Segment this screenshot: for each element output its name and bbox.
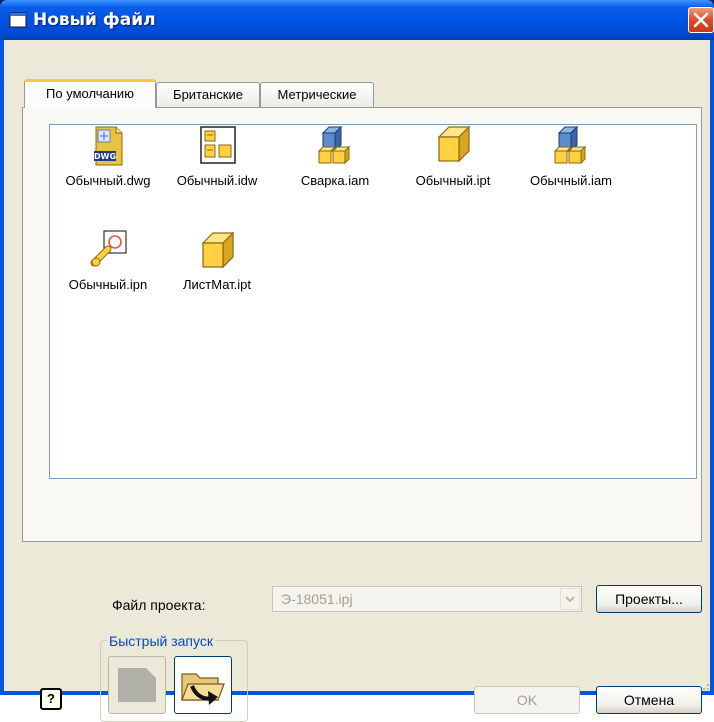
close-icon (693, 12, 709, 28)
file-name: Обычный.dwg (65, 173, 151, 188)
project-file-combo[interactable]: Э-18051.ipj (272, 586, 582, 612)
file-item-presentation[interactable]: Обычный.ipn (49, 229, 167, 319)
cancel-button-label: Отмена (623, 692, 675, 708)
file-item-assembly[interactable]: Обычный.iam (512, 125, 630, 215)
dwg-badge-text: DWG (94, 152, 116, 161)
file-name: Обычный.ipt (415, 173, 491, 188)
file-name: Обычный.ipn (68, 277, 148, 292)
resize-grip-icon[interactable] (700, 681, 710, 691)
tab-default-label: По умолчанию (46, 86, 134, 101)
file-name: Сварка.iam (300, 173, 370, 188)
ok-button-label: OK (516, 692, 538, 708)
close-button[interactable] (688, 7, 714, 33)
file-item-idw[interactable]: Обычный.idw (158, 125, 276, 215)
cancel-button[interactable]: Отмена (596, 686, 702, 714)
tab-panel: DWG Обычный.dwg Обычный.idw Сварка.iam О… (22, 107, 702, 542)
tab-imperial[interactable]: Британские (156, 82, 260, 107)
chevron-down-icon (565, 596, 575, 603)
window-icon (9, 12, 27, 28)
tab-metric[interactable]: Метрические (260, 82, 374, 107)
combo-dropdown-button[interactable] (560, 588, 580, 610)
file-name: ЛистМат.ipt (182, 277, 252, 292)
window-title: Новый файл (33, 10, 156, 30)
presentation-icon (90, 230, 127, 267)
project-file-value: Э-18051.ipj (281, 591, 353, 607)
title-bar[interactable]: Новый файл (0, 0, 714, 40)
file-item-weldment[interactable]: Сварка.iam (276, 125, 394, 215)
template-file-list[interactable]: DWG Обычный.dwg Обычный.idw Сварка.iam О… (49, 124, 697, 479)
ok-button[interactable]: OK (474, 686, 580, 714)
project-file-label: Файл проекта: (112, 597, 206, 613)
drawing-sheet-icon (200, 126, 236, 164)
projects-button[interactable]: Проекты... (596, 585, 702, 613)
help-icon: ? (47, 691, 55, 706)
file-item-dwg[interactable]: DWG Обычный.dwg (49, 125, 167, 215)
dialog-window: Новый файл По умолчанию Британские Метри… (0, 0, 714, 722)
tab-imperial-label: Британские (173, 87, 243, 102)
file-item-part[interactable]: Обычный.ipt (394, 125, 512, 215)
help-button[interactable]: ? (40, 688, 62, 710)
new-file-icon (118, 668, 156, 702)
projects-button-label: Проекты... (615, 591, 683, 607)
sheet-metal-part-icon (201, 231, 235, 269)
file-name: Обычный.iam (529, 173, 613, 188)
part-cube-icon (437, 125, 471, 163)
file-item-sheet-metal[interactable]: ЛистМат.ipt (158, 229, 276, 319)
tab-metric-label: Метрические (277, 87, 357, 102)
tab-default[interactable]: По умолчанию (24, 79, 156, 108)
dialog-client-area: По умолчанию Британские Метрические DWG (4, 40, 710, 722)
quick-new-button[interactable] (108, 656, 166, 714)
assembly-icon (553, 125, 587, 165)
dwg-file-icon: DWG (94, 126, 123, 166)
quick-open-button[interactable] (174, 656, 232, 714)
open-folder-icon (181, 673, 225, 705)
quick-launch-title: Быстрый запуск (107, 633, 215, 649)
weldment-assembly-icon (317, 125, 351, 165)
window-border-right (710, 40, 714, 695)
file-name: Обычный.idw (176, 173, 258, 188)
